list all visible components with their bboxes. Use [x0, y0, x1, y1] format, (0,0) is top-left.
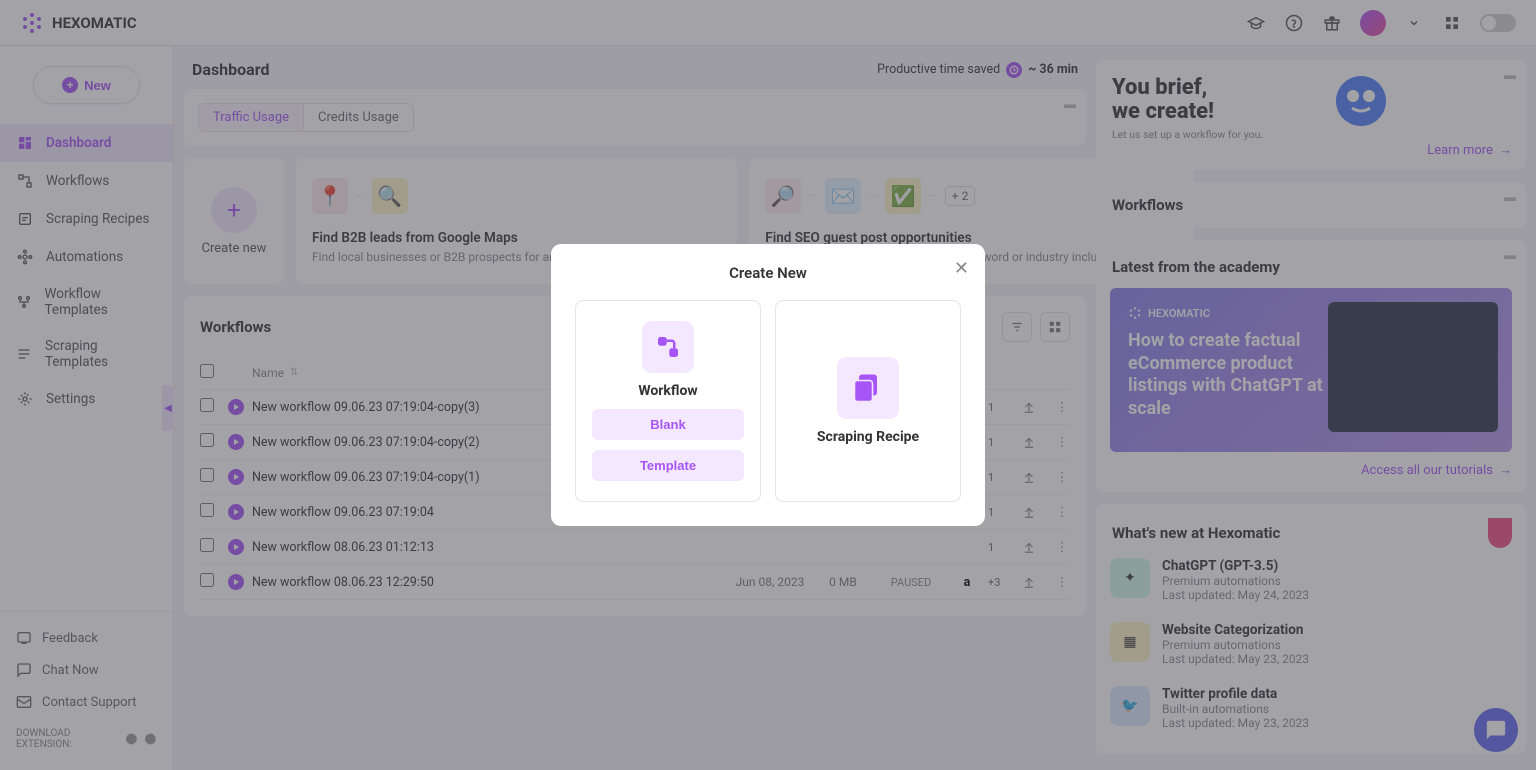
modal-option-workflow: Workflow Blank Template: [575, 300, 761, 502]
create-new-modal: ✕ Create New Workflow Blank Template Scr…: [551, 244, 985, 526]
template-button[interactable]: Template: [592, 450, 744, 481]
modal-title: Create New: [575, 264, 961, 282]
recipe-icon: [837, 357, 899, 419]
blank-button[interactable]: Blank: [592, 409, 744, 440]
modal-option-recipe[interactable]: Scraping Recipe: [775, 300, 961, 502]
close-icon[interactable]: ✕: [954, 258, 969, 279]
workflow-icon: [642, 321, 694, 373]
modal-overlay[interactable]: ✕ Create New Workflow Blank Template Scr…: [0, 0, 1536, 770]
modal-opt-title: Workflow: [638, 383, 697, 399]
modal-opt-title: Scraping Recipe: [817, 429, 919, 445]
